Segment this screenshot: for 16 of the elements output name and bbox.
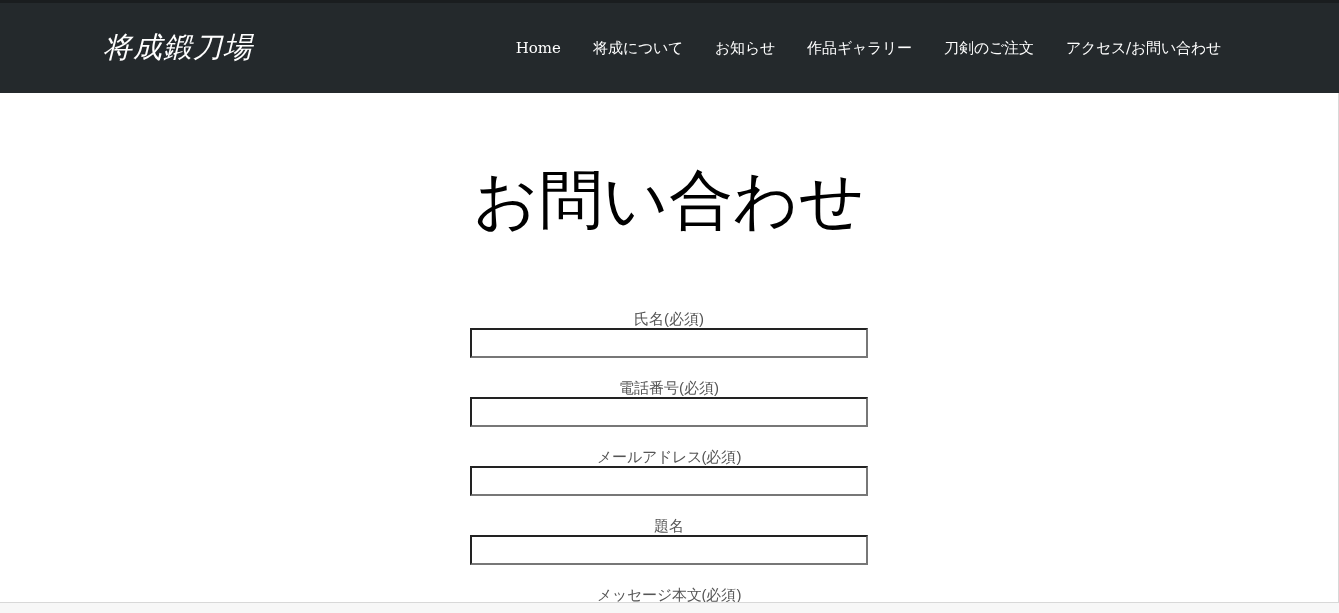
field-label: 氏名(必須)	[634, 309, 704, 328]
nav-link[interactable]: お知らせ	[714, 36, 775, 60]
input-field[interactable]	[470, 328, 868, 358]
nav-link[interactable]: アクセス/お問い合わせ	[1065, 36, 1221, 60]
site-logo[interactable]: 将成鍛刀場	[103, 26, 253, 70]
nav-link[interactable]: 将成について	[592, 36, 683, 60]
input-field[interactable]	[470, 535, 868, 565]
nav-link[interactable]: Home	[515, 36, 561, 60]
nav-link[interactable]: 刀剣のご注文	[943, 36, 1034, 60]
page-title: お問い合わせ	[473, 169, 865, 233]
input-field[interactable]	[470, 466, 868, 496]
nav-link[interactable]: 作品ギャラリー	[806, 36, 912, 60]
field-label: メールアドレス(必須)	[596, 447, 742, 466]
input-field[interactable]	[470, 397, 868, 427]
field-label: 電話番号(必須)	[619, 378, 719, 397]
field-label: 題名	[654, 516, 684, 535]
